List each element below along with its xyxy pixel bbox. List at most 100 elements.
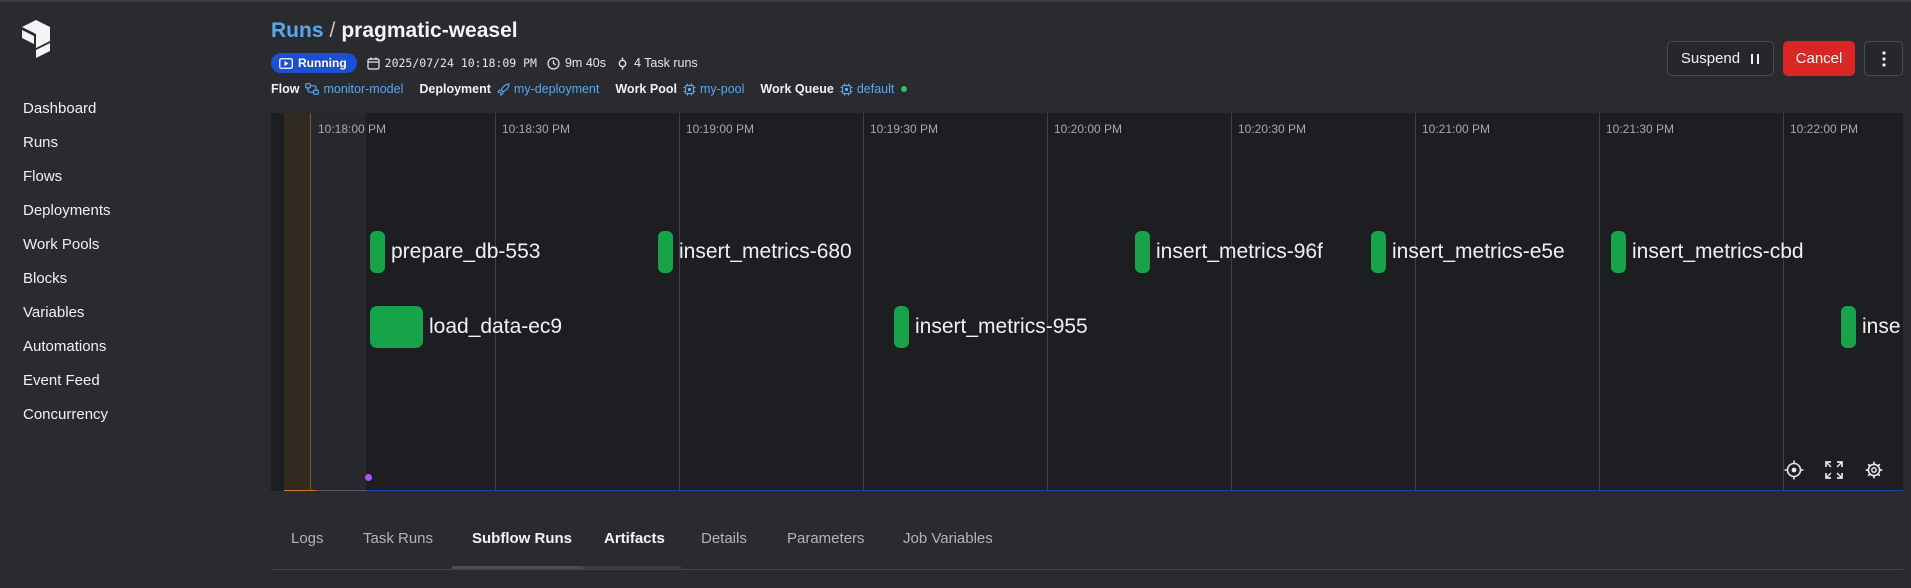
timeline-state-bar [271,490,1903,491]
play-icon [279,57,293,69]
recenter-button[interactable] [1783,459,1805,481]
tab-underline-artifacts [583,566,681,569]
sidebar-item-flows[interactable]: Flows [23,160,111,194]
work-queue-name: default [856,82,895,96]
task-run-node[interactable]: insert_metrics-cbd [1611,231,1804,273]
breadcrumb-runs-link[interactable]: Runs [271,19,324,42]
timeline-tick: 10:20:00 PM [1054,122,1123,136]
sidebar-item-deployments[interactable]: Deployments [23,194,111,228]
cancel-label: Cancel [1795,50,1843,67]
sidebar-item-work-pools[interactable]: Work Pools [23,228,111,262]
timeline-tick: 10:19:00 PM [686,122,755,136]
suspend-button[interactable]: Suspend [1667,41,1774,76]
task-run-node[interactable]: prepare_db-553 [370,231,540,273]
task-run-label: load_data-ec9 [429,315,563,338]
tab-underline-subflow [452,566,583,569]
start-time: 2025/07/24 10:18:09 PM [367,56,537,70]
task-run-label: insert_metrics-96f [1156,240,1323,263]
sidebar-item-concurrency[interactable]: Concurrency [23,398,111,432]
deployment-label: Deployment [419,82,491,96]
sidebar-item-runs[interactable]: Runs [23,126,111,160]
deployment-name: my-deployment [513,82,600,96]
work-queue-label: Work Queue [760,82,834,96]
sidebar: Dashboard Runs Flows Deployments Work Po… [0,0,250,588]
more-menu-button[interactable] [1864,41,1903,76]
timeline-tick: 10:18:00 PM [318,122,387,136]
state-segment-running [366,490,1903,491]
sidebar-item-event-feed[interactable]: Event Feed [23,364,111,398]
task-run-node[interactable]: insert_metrics-96f [1135,231,1323,273]
task-runs-value: 4 Task runs [633,56,698,70]
tab-task-runs[interactable]: Task Runs [363,530,433,547]
tab-logs[interactable]: Logs [291,530,324,547]
task-run-bar [658,231,673,273]
timeline-gridline [679,113,680,490]
tab-details[interactable]: Details [701,530,747,547]
task-run-label: insert_metrics-cbd [1632,240,1804,263]
timeline-start-marker [310,113,311,490]
task-run-node[interactable]: insert_metrics-680 [658,231,852,273]
sidebar-item-dashboard[interactable]: Dashboard [23,92,111,126]
breadcrumb-separator: / [329,19,336,42]
task-run-label: prepare_db-553 [391,240,541,263]
fullscreen-button[interactable] [1823,459,1845,481]
task-run-bar [370,306,423,348]
tab-subflow-runs[interactable]: Subflow Runs [472,530,572,547]
timeline-tick: 10:21:30 PM [1606,122,1675,136]
calendar-icon [367,57,380,70]
top-border [0,0,1911,2]
prefect-logo[interactable] [22,20,50,58]
timeline-gridline [1231,113,1232,490]
task-runs-count[interactable]: 4 Task runs [616,56,698,70]
timeline-gridline [495,113,496,490]
cancel-button[interactable]: Cancel [1783,41,1855,76]
state-segment-scheduled [316,490,366,491]
flow-name: monitor-model [323,82,404,96]
pause-icon [1751,53,1760,64]
queue-status-dot [901,86,908,92]
task-run-bar [1611,231,1626,273]
task-run-label: insert_metrics-e5e [1392,240,1565,263]
task-run-node[interactable]: load_data-ec9 [370,306,562,348]
work-pool-link[interactable]: my-pool [683,82,744,96]
tab-parameters[interactable]: Parameters [787,530,865,547]
timeline-tick: 10:19:30 PM [870,122,939,136]
suspend-label: Suspend [1680,50,1741,67]
state-segment-pending [284,490,316,491]
work-pool-label: Work Pool [615,82,677,96]
task-run-node[interactable]: insert_metrics-e5e [1371,231,1565,273]
run-meta: Running 2025/07/24 10:18:09 PM 9m 40s 4 … [271,53,698,73]
task-run-bar [1135,231,1150,273]
work-queue-link[interactable]: default [840,82,908,96]
task-run-label: insert_metrics-680 [679,240,852,263]
sidebar-nav: Dashboard Runs Flows Deployments Work Po… [23,92,111,432]
run-details: Flow monitor-model Deployment my-deploym… [271,82,923,96]
timeline-now-marker [365,474,372,481]
flow-icon [305,83,320,95]
timeline-settings-button[interactable] [1863,459,1885,481]
crosshair-icon [1784,460,1804,480]
sidebar-item-blocks[interactable]: Blocks [23,262,111,296]
status-badge: Running [271,53,357,73]
sidebar-item-automations[interactable]: Automations [23,330,111,364]
clock-icon [547,56,560,70]
start-time-value: 2025/07/24 10:18:09 PM [384,56,537,70]
cpu-icon [683,83,696,95]
run-timeline[interactable]: 10:18:00 PM 10:18:30 PM 10:19:00 PM 10:1… [271,113,1903,491]
task-run-icon [618,57,627,69]
duration: 9m 40s [547,56,606,70]
sidebar-item-variables[interactable]: Variables [23,296,111,330]
status-label: Running [298,56,347,70]
breadcrumb: Runs / pragmatic-weasel [271,19,518,43]
flow-label: Flow [271,82,300,96]
task-run-label: insert_metrics-955 [915,315,1088,338]
tab-job-variables[interactable]: Job Variables [903,530,993,547]
timeline-tick: 10:21:00 PM [1422,122,1491,136]
task-run-node[interactable]: insert_metrics-955 [894,306,1088,348]
deployment-link[interactable]: my-deployment [496,82,600,96]
tab-artifacts[interactable]: Artifacts [604,530,665,547]
timeline-gridline [1415,113,1416,490]
flow-link[interactable]: monitor-model [305,82,403,96]
task-run-node[interactable]: inse [1841,306,1901,348]
timeline-tick: 10:22:00 PM [1790,122,1859,136]
